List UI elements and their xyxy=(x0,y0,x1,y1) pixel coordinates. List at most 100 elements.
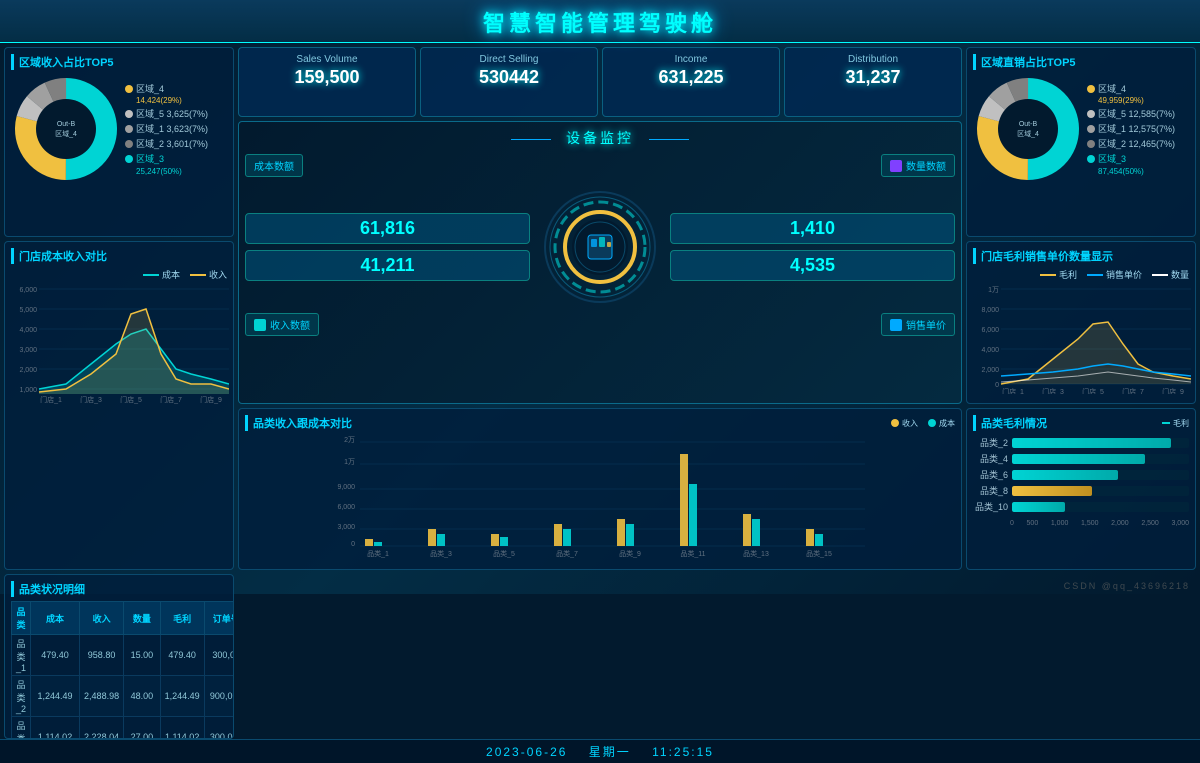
right-donut-svg: Out-B 区域_4 xyxy=(973,74,1083,184)
footer-time: 11:25:15 xyxy=(652,745,714,759)
r-legend-item-region2: 区域_2 12,465(7%) xyxy=(1087,137,1189,150)
left-top-legend: 区域_4 14,424(29%) 区域_5 3,625(7%) 区域_1 3,6… xyxy=(125,82,227,176)
legend-cost: 成本 xyxy=(143,268,180,281)
bottom-center-legend: 收入 成本 xyxy=(891,418,955,429)
main-content: 区域收入占比TOP5 Out-B xyxy=(0,43,1200,574)
kpi-dist-label: Distribution xyxy=(793,54,953,65)
r-legend-item-region4: 区域_4 xyxy=(1087,82,1189,95)
right-bottom-title: 品类毛利情况 xyxy=(973,415,1047,431)
svg-text:Out-B: Out-B xyxy=(57,121,76,128)
left-top-panel: 区域收入占比TOP5 Out-B xyxy=(4,47,234,237)
kpi-direct-selling: Direct Selling 530442 xyxy=(420,47,598,117)
bottom-center-panel: 品类收入跟成本对比 收入 成本 2万 xyxy=(238,408,962,570)
kpi-direct-value: 530442 xyxy=(429,67,589,88)
svg-text:品类_1: 品类_1 xyxy=(367,549,389,558)
svg-text:门店_9: 门店_9 xyxy=(1162,387,1184,394)
svg-text:6,000: 6,000 xyxy=(19,287,37,294)
svg-text:品类_9: 品类_9 xyxy=(619,549,641,558)
stat-top-right-value: 1,410 xyxy=(679,218,946,239)
center-panel: Sales Volume 159,500 Direct Selling 5304… xyxy=(238,47,962,570)
device-content: 61,816 41,211 xyxy=(245,187,955,307)
dashboard: 智慧智能管理驾驶舱 区域收入占比TOP5 xyxy=(0,0,1200,594)
svg-text:5,000: 5,000 xyxy=(19,307,37,314)
left-top-title: 区域收入占比TOP5 xyxy=(11,54,227,70)
legend-item-region1: 区域_1 3,623(7%) xyxy=(125,122,227,135)
svg-text:品类_5: 品类_5 xyxy=(493,549,515,558)
donut-chart-area: Out-B 区域_4 区域_4 14,424(29%) 区域_5 3,625(7… xyxy=(11,74,227,184)
right-mid-legend: 毛利 销售单价 数量 xyxy=(973,268,1189,281)
svg-text:品类_11: 品类_11 xyxy=(680,549,705,558)
legend-price: 销售单价 xyxy=(1087,268,1142,281)
hbar-row-2: 品类_4 xyxy=(973,452,1189,465)
svg-text:0: 0 xyxy=(351,541,355,548)
category-table: 品类 成本 收入 数量 毛利 订单号 品类_1 479.40 958.80 15… xyxy=(11,601,234,739)
footer-watermark: CSDN @qq_43696218 xyxy=(1064,581,1190,591)
gauge-svg xyxy=(540,187,660,307)
device-left-stats: 61,816 41,211 xyxy=(245,213,530,281)
device-title: 设备监控 xyxy=(245,128,955,148)
left-chart-legend: 成本 收入 xyxy=(11,268,227,281)
right-line-chart: 1万 8,000 6,000 4,000 2,000 0 门店_1 门店_3 门… xyxy=(973,284,1191,394)
legend-item-region2: 区域_2 3,601(7%) xyxy=(125,137,227,150)
left-panel: 区域收入占比TOP5 Out-B xyxy=(4,47,234,570)
stat-bottom-left-value: 41,211 xyxy=(254,255,521,276)
kpi-income: Income 631,225 xyxy=(602,47,780,117)
legend-income-bc: 收入 xyxy=(891,418,918,429)
svg-text:门店_3: 门店_3 xyxy=(1042,387,1064,394)
bottom-center-chart: 2万 1万 9,000 6,000 3,000 0 xyxy=(245,434,955,564)
svg-text:0: 0 xyxy=(995,382,999,389)
right-mid-title: 门店毛利销售单价数量显示 xyxy=(973,248,1189,264)
left-mid-title: 门店成本收入对比 xyxy=(11,248,227,264)
svg-text:门店_5: 门店_5 xyxy=(120,395,142,404)
right-mid-panel: 门店毛利销售单价数量显示 毛利 销售单价 数量 xyxy=(966,241,1196,404)
svg-text:门店_7: 门店_7 xyxy=(160,395,182,404)
page-title: 智慧智能管理驾驶舱 xyxy=(0,6,1200,38)
right-donut-area: Out-B 区域_4 区域_4 49,959(29%) 区域_5 12,585(… xyxy=(973,74,1189,184)
svg-text:门店_1: 门店_1 xyxy=(40,395,62,404)
bottom-center-title: 品类收入跟成本对比 xyxy=(245,415,352,431)
stat-bottom-right: 4,535 xyxy=(670,250,955,281)
right-top-title: 区域直销占比TOP5 xyxy=(973,54,1189,70)
svg-text:1万: 1万 xyxy=(344,458,355,466)
svg-text:区域_4: 区域_4 xyxy=(1017,129,1039,138)
table-row: 品类_3 1,114.02 2,228.04 27.00 1,114.02 30… xyxy=(12,717,235,740)
cost-btn[interactable]: 成本数额 xyxy=(245,154,303,177)
kpi-distribution: Distribution 31,237 xyxy=(784,47,962,117)
svg-text:3,000: 3,000 xyxy=(337,524,355,531)
col-quantity: 数量 xyxy=(124,602,161,635)
header: 智慧智能管理驾驶舱 xyxy=(0,0,1200,43)
r-legend-item-region5: 区域_5 12,585(7%) xyxy=(1087,107,1189,120)
stat-top-right: 1,410 xyxy=(670,213,955,244)
col-category: 品类 xyxy=(12,602,31,635)
footer-weekday: 星期一 xyxy=(589,745,631,759)
hbar-row-3: 品类_6 xyxy=(973,468,1189,481)
right-bottom-panel: 品类毛利情况 毛利 品类_2 品类_4 xyxy=(966,408,1196,570)
income-btn[interactable]: 收入数额 xyxy=(245,313,319,336)
donut-chart-svg: Out-B 区域_4 xyxy=(11,74,121,184)
svg-text:6,000: 6,000 xyxy=(337,504,355,511)
svg-text:2,000: 2,000 xyxy=(981,367,999,374)
price-btn[interactable]: 销售单价 xyxy=(881,313,955,336)
col-income: 收入 xyxy=(80,602,124,635)
svg-text:区域_4: 区域_4 xyxy=(55,129,77,138)
kpi-sales-label: Sales Volume xyxy=(247,54,407,65)
quantity-btn[interactable]: 数量数额 xyxy=(881,154,955,177)
left-bottom-panel: 门店成本收入对比 成本 收入 xyxy=(4,241,234,570)
svg-text:3,000: 3,000 xyxy=(19,347,37,354)
device-center-gauge xyxy=(530,187,670,307)
svg-text:门店_5: 门店_5 xyxy=(1082,387,1104,394)
svg-text:4,000: 4,000 xyxy=(981,347,999,354)
svg-text:品类_15: 品类_15 xyxy=(806,549,832,558)
legend-item-region4-val: 14,424(29%) xyxy=(136,96,227,105)
kpi-dist-value: 31,237 xyxy=(793,67,953,88)
svg-text:门店_1: 门店_1 xyxy=(1002,387,1024,394)
legend-item-region5: 区域_5 3,625(7%) xyxy=(125,107,227,120)
right-panel: 区域直销占比TOP5 Out-B 区域_4 xyxy=(966,47,1196,570)
hbar-row-1: 品类_2 xyxy=(973,436,1189,449)
svg-text:1万: 1万 xyxy=(988,286,999,294)
svg-text:4,000: 4,000 xyxy=(19,327,37,334)
legend-profit: 毛利 xyxy=(1040,268,1077,281)
stat-top-left: 61,816 xyxy=(245,213,530,244)
col-profit: 毛利 xyxy=(160,602,204,635)
kpi-income-value: 631,225 xyxy=(611,67,771,88)
